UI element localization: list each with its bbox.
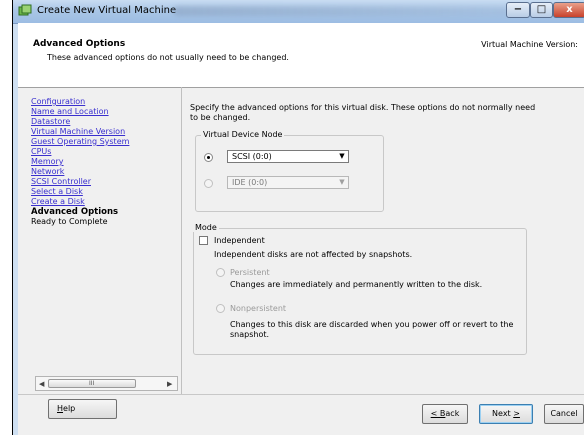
close-button[interactable]: x [553, 2, 584, 18]
ide-node-select[interactable]: IDE (0:0) ▼ [227, 176, 349, 189]
nav-item-memory[interactable]: Memory [31, 157, 166, 167]
nav-item-vm-version[interactable]: Virtual Machine Version [31, 127, 166, 137]
wizard-header: Advanced Options These advanced options … [18, 23, 584, 88]
maximize-button[interactable]: □ [530, 2, 553, 18]
nonpersistent-label: Nonpersistent [230, 304, 287, 313]
virtual-device-node-group: Virtual Device Node SCSI (0:0) ▼ IDE (0:… [195, 130, 384, 212]
independent-label[interactable]: Independent [214, 236, 265, 246]
independent-description: Independent disks are not affected by sn… [214, 250, 413, 259]
back-button-label: ack [445, 409, 460, 418]
page-title: Advanced Options [33, 39, 126, 49]
persistent-description: Changes are immediately and permanently … [230, 280, 483, 289]
nav-item-ready-to-complete: Ready to Complete [31, 217, 108, 226]
nav-item-network[interactable]: Network [31, 167, 166, 177]
intro-text: Specify the advanced options for this vi… [190, 103, 536, 122]
ide-node-value: IDE (0:0) [232, 178, 268, 187]
scsi-node-value: SCSI (0:0) [232, 152, 272, 161]
scroll-left-arrow-icon[interactable]: ◀ [39, 380, 44, 388]
nav-item-scsi-controller[interactable]: SCSI Controller [31, 177, 166, 187]
nav-horizontal-scrollbar[interactable]: ◀ III ▶ [35, 376, 178, 391]
mode-group: Mode Independent Independent disks are n… [193, 223, 527, 355]
wizard-window: Create New Virtual Machine − □ x Advance… [13, 0, 584, 435]
blurred-title-region [173, 6, 513, 16]
scroll-right-arrow-icon[interactable]: ▶ [167, 380, 172, 388]
maximize-icon: □ [536, 4, 547, 15]
nav-item-configuration[interactable]: Configuration [31, 97, 166, 107]
chevron-down-icon: ▼ [339, 178, 345, 186]
minimize-button[interactable]: − [506, 2, 530, 18]
next-button-mnemonic: > [513, 409, 520, 418]
vm-app-icon [18, 4, 32, 16]
help-button-label: elp [63, 404, 76, 413]
nav-item-name-and-location[interactable]: Name and Location [31, 107, 166, 117]
nav-divider [181, 87, 182, 394]
nav-item-guest-os[interactable]: Guest Operating System [31, 137, 166, 147]
persistent-label: Persistent [230, 268, 270, 277]
next-button-label: Next [492, 409, 514, 418]
persistent-radio[interactable] [216, 268, 225, 277]
nav-item-select-disk[interactable]: Select a Disk [31, 187, 166, 197]
nav-item-create-disk[interactable]: Create a Disk [31, 197, 166, 207]
close-icon: x [566, 4, 573, 15]
next-button[interactable]: Next > [479, 404, 533, 424]
wizard-steps-nav: Configuration Name and Location Datastor… [31, 97, 166, 227]
chevron-down-icon: ▼ [339, 152, 345, 160]
footer-divider [18, 394, 584, 395]
nav-item-datastore[interactable]: Datastore [31, 117, 166, 127]
scrollbar-grip: III [89, 380, 95, 387]
title-bar[interactable]: Create New Virtual Machine − □ x [13, 0, 584, 24]
back-button[interactable]: < Back [422, 404, 468, 424]
dialog-body: Advanced Options These advanced options … [18, 23, 584, 435]
nav-item-advanced-options: Advanced Options [31, 207, 119, 217]
scsi-node-select[interactable]: SCSI (0:0) ▼ [227, 150, 349, 163]
cancel-button[interactable]: Cancel [544, 404, 584, 424]
ide-radio[interactable] [204, 179, 213, 188]
vm-version-label: Virtual Machine Version: [481, 40, 578, 49]
scrollbar-thumb[interactable]: III [48, 379, 136, 388]
window-title: Create New Virtual Machine [37, 5, 177, 16]
nonpersistent-description: Changes to this disk are discarded when … [230, 320, 514, 339]
minimize-icon: − [513, 4, 523, 15]
independent-checkbox[interactable] [199, 236, 208, 245]
background-left-pane [0, 0, 13, 435]
help-button[interactable]: Help [48, 399, 117, 419]
nav-item-cpus[interactable]: CPUs [31, 147, 166, 157]
scsi-radio[interactable] [204, 153, 213, 162]
nonpersistent-radio[interactable] [216, 304, 225, 313]
back-button-mnemonic: < B [430, 409, 446, 418]
page-subtitle: These advanced options do not usually ne… [47, 53, 289, 62]
virtual-device-node-legend: Virtual Device Node [201, 130, 285, 139]
mode-legend: Mode [193, 223, 219, 232]
